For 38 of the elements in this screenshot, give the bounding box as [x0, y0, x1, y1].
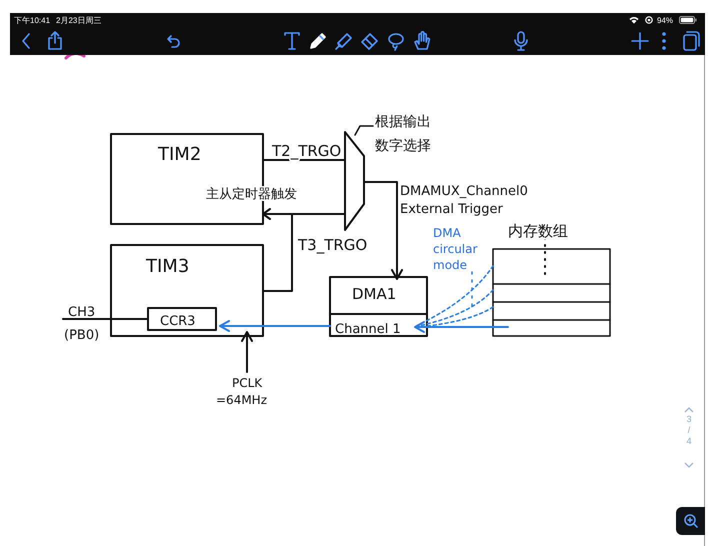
text-tool-icon[interactable]: [281, 30, 303, 52]
clock-label: =64MHz: [216, 393, 267, 407]
trigger-source-label: DMAMUX_Channel0: [400, 184, 528, 199]
memory-label: 内存数组: [508, 222, 568, 240]
timer-label: TIM2: [158, 144, 202, 165]
mode-note: circular: [433, 242, 478, 256]
trigger-source-label: External Trigger: [400, 202, 503, 217]
zoom-button[interactable]: [676, 507, 705, 535]
signal-label: T3_TRGO: [298, 236, 368, 254]
register-block: [147, 307, 217, 331]
leader-line: [354, 125, 374, 136]
ink-stroke: [64, 55, 86, 60]
zoom-in-icon: [682, 513, 698, 529]
mode-note: DMA: [433, 226, 461, 240]
mux-note: 数字选择: [375, 138, 431, 154]
status-date: 2月23日周三: [56, 14, 102, 26]
lasso-icon[interactable]: [385, 30, 407, 52]
status-time: 下午10:41: [14, 14, 50, 26]
rotation-lock-icon: [644, 16, 653, 24]
battery-percent: 94%: [656, 16, 673, 24]
signal-label: T2_TRGO: [272, 142, 342, 160]
hand-icon[interactable]: [411, 30, 433, 52]
add-icon[interactable]: [629, 30, 651, 52]
mode-note: mode: [433, 258, 468, 272]
timer-label: TIM3: [146, 256, 190, 277]
page-count: 4: [686, 437, 692, 446]
battery-icon: [679, 16, 697, 24]
page-separator: /: [688, 426, 690, 435]
pin-label: CH3: [68, 305, 96, 320]
register-label: CCR3: [160, 314, 196, 329]
clock-label: PCLK: [232, 376, 262, 390]
wifi-icon: [628, 16, 639, 24]
dma-label: DMA1: [352, 285, 396, 303]
channel-label: Channel 1: [335, 322, 401, 337]
page-number: 3: [686, 415, 692, 424]
pin-label: (PB0): [64, 328, 100, 343]
clock-arrow: [241, 331, 253, 373]
mux-note: 根据输出: [375, 114, 431, 130]
